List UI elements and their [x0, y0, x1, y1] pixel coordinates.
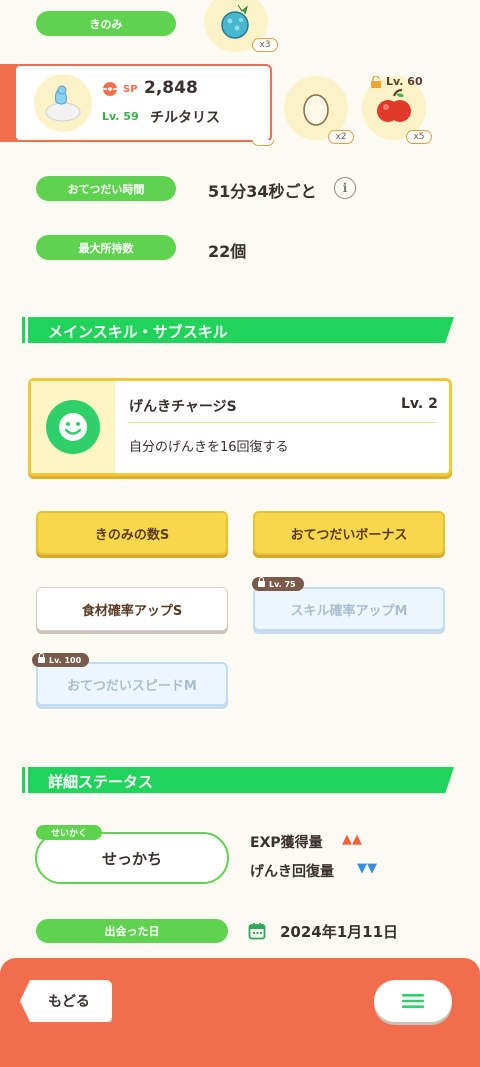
- berry-count: x3: [252, 38, 278, 52]
- back-label: もどる: [48, 994, 90, 1010]
- sub-skill-4-lock-level: Lv. 75: [269, 579, 296, 589]
- apple-icon: [377, 89, 411, 122]
- berry-icon: [221, 4, 249, 39]
- calendar-icon: [248, 923, 266, 940]
- main-skill-description: 自分のげんきを16回復する: [129, 440, 289, 455]
- nature-tag: せいかく: [36, 825, 102, 840]
- pokemon-level: Lv. 59: [102, 110, 139, 123]
- lock-icon: [258, 577, 265, 587]
- info-icon: i: [342, 181, 348, 195]
- sub-skill-3[interactable]: 食材確率アップS: [36, 587, 228, 631]
- apple-count: x5: [406, 130, 432, 144]
- nature-value: せっかち: [101, 849, 162, 868]
- apple-lock-tag: Lv. 60: [370, 75, 423, 88]
- lock-open-icon: [371, 75, 381, 88]
- main-skill-card[interactable]: げんきチャージS Lv. 2 自分のげんきを16回復する: [28, 378, 452, 476]
- ingredient-egg[interactable]: x2: [284, 76, 354, 144]
- details-section-header: 詳細ステータス: [22, 767, 454, 793]
- egg-icon: [303, 94, 329, 126]
- pokeball-icon: [103, 82, 117, 96]
- sp-label: SP: [123, 84, 138, 95]
- help-time-label: おてつだい時間: [36, 176, 176, 201]
- sub-skill-5[interactable]: おてつだいスピードM: [36, 662, 228, 706]
- nature-down-arrows: ▼▼: [357, 861, 377, 876]
- lock-icon: [38, 653, 45, 663]
- pokemon-avatar: [34, 74, 92, 132]
- max-carry-value: 22個: [208, 242, 247, 261]
- sub-skill-1[interactable]: きのみの数S: [36, 511, 228, 555]
- nature-up-stat: EXP獲得量: [250, 835, 323, 851]
- berry-item[interactable]: x3: [204, 0, 278, 52]
- met-date-label: 出会った日: [36, 919, 228, 943]
- sub-skill-5-lock-tag: Lv. 100: [32, 653, 90, 667]
- sub-skill-4-lock-tag: Lv. 75: [252, 577, 304, 591]
- met-date-value: 2024年1月11日: [280, 923, 399, 941]
- main-skill-icon-panel: [31, 381, 115, 473]
- skills-section-title: メインスキル・サブスキル: [48, 323, 228, 341]
- smiley-icon: [46, 400, 100, 454]
- main-skill-level: Lv. 2: [401, 396, 438, 412]
- back-button[interactable]: もどる: [20, 980, 112, 1022]
- info-button[interactable]: i: [334, 177, 356, 199]
- apple-lock-level: Lv. 60: [386, 75, 423, 88]
- altaria-icon: [45, 85, 81, 122]
- sub-skill-4[interactable]: スキル確率アップM: [253, 587, 445, 631]
- egg-count: x2: [328, 130, 354, 144]
- nature-up-arrows: ▲▲: [342, 832, 362, 847]
- berry-label: きのみ: [36, 11, 176, 36]
- main-skill-name: げんきチャージS: [129, 399, 237, 415]
- skills-section-header: メインスキル・サブスキル: [22, 317, 454, 343]
- pokemon-name: チルタリス: [150, 110, 220, 126]
- max-carry-label: 最大所持数: [36, 235, 176, 260]
- nature-down-stat: げんき回復量: [250, 864, 334, 880]
- card-peek-badge: [252, 140, 274, 146]
- details-section-title: 詳細ステータス: [48, 773, 154, 791]
- sp-value: 2,848: [144, 78, 198, 98]
- pokemon-card[interactable]: SP 2,848 Lv. 59 チルタリス: [14, 64, 272, 142]
- help-time-value: 51分34秒ごと: [208, 182, 317, 201]
- sub-skill-5-lock-level: Lv. 100: [49, 655, 82, 665]
- menu-button[interactable]: [374, 980, 452, 1022]
- hamburger-menu-icon: [402, 994, 424, 1008]
- main-skill-divider: [129, 422, 437, 423]
- sub-skill-2[interactable]: おてつだいボーナス: [253, 511, 445, 555]
